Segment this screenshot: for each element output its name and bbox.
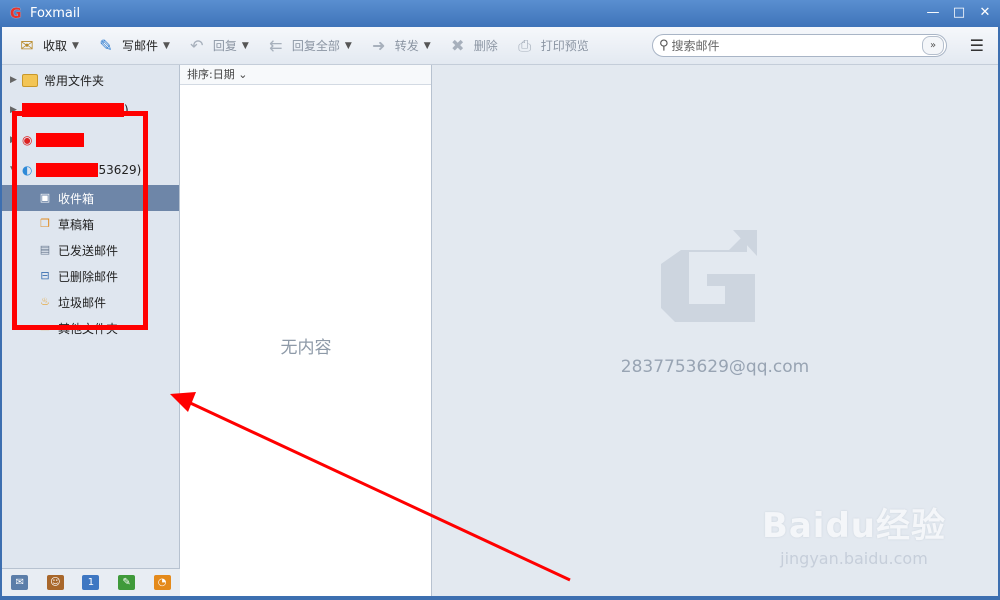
printer-icon: ⎙ [518,35,532,55]
reply-all-icon: ⇇ [269,36,283,55]
delete-label: 删除 [473,39,498,53]
folder-label: 垃圾邮件 [58,295,107,310]
chevron-down-icon[interactable]: ▼ [163,41,170,51]
delete-icon: ✖ [450,36,465,55]
mail-account-icon: ◉ [22,133,33,147]
search-input[interactable] [671,38,907,53]
folder-inbox[interactable]: ▣ 收件箱 [2,185,179,211]
chevron-down-icon: ⌄ [238,68,248,81]
calendar-module-icon[interactable]: 1 [82,575,100,590]
folder-label: 其他文件夹 [58,321,119,336]
search-box: ⚲ » [652,34,947,57]
common-folders-node[interactable]: ▶ 常用文件夹 [2,65,179,95]
foxmail-watermark-logo-icon [661,230,757,322]
sort-label: 排序:日期 [187,68,235,81]
forward-label: 转发 [394,39,419,53]
folder-sidebar: ▶ 常用文件夹 ▶ ) ▶ ◉ ▼ ◐ 53629) ▣ 收件箱 ❐ 草稿箱 ▤… [2,65,180,596]
account-node-1[interactable]: ▶ ) [2,95,179,125]
minimize-button[interactable]: — [924,4,942,22]
folder-deleted[interactable]: ⊟ 已删除邮件 [2,263,179,289]
folder-label: 已删除邮件 [58,269,119,284]
envelope-icon: ✉ [20,36,34,55]
search-options-chevron-icon[interactable]: » [922,36,944,55]
account-email: 2837753629@qq.com [620,357,810,377]
foxmail-logo-icon: G [10,5,22,22]
compose-label: 写邮件 [121,39,158,53]
watermark-main: Baidu经验 [761,506,946,546]
main-menu-list-icon[interactable]: ☰ [970,36,984,55]
receive-label: 收取 [43,39,68,53]
folder-icon [22,73,38,87]
chevron-down-icon[interactable]: ▼ [72,41,79,51]
folder-icon: ▭ [39,321,51,334]
account-name-suffix: 53629) [98,163,142,177]
sort-dropdown[interactable]: 排序:日期 ⌄ [180,65,431,85]
baidu-watermark: Baidu经验 jingyan.baidu.com [762,498,946,568]
chevron-down-icon[interactable]: ▼ [424,41,431,51]
expand-arrow-icon[interactable]: ▶ [10,105,22,115]
toolbar: ✉ 收取 ▼ ✎ 写邮件 ▼ ↶ 回复 ▼ ⇇ 回复全部 ▼ ➜ 转发 ▼ ✖ … [2,27,998,65]
close-button[interactable]: ✕ [976,4,994,22]
junk-icon: ♨ [40,295,50,308]
expand-arrow-icon[interactable]: ▶ [10,75,22,85]
chevron-down-icon[interactable]: ▼ [242,41,249,51]
mail-module-icon[interactable]: ✉ [11,575,29,590]
empty-list-text: 无内容 [280,338,332,358]
reply-icon: ↶ [190,36,204,55]
folder-drafts[interactable]: ❐ 草稿箱 [2,211,179,237]
qq-account-icon: ◐ [22,163,33,177]
reply-all-button[interactable]: ⇇ 回复全部 ▼ [259,32,358,60]
folder-other[interactable]: ▭ 其他文件夹 [2,315,179,341]
trash-icon: ⊟ [40,269,50,282]
maximize-button[interactable]: □ [950,4,968,22]
print-preview-label: 打印预览 [540,39,589,53]
message-list-pane: 排序:日期 ⌄ 无内容 [180,65,432,596]
collapse-arrow-icon[interactable]: ▼ [10,165,22,175]
print-preview-button[interactable]: ⎙ 打印预览 [508,32,595,60]
module-switcher-bar: ✉ ☺ 1 ✎ ◔ [2,568,180,596]
preview-pane: 2837753629@qq.com Baidu经验 jingyan.baidu.… [432,65,998,596]
common-folders-label: 常用文件夹 [44,73,105,88]
inbox-icon: ▣ [39,191,51,204]
notes-module-icon[interactable]: ✎ [118,575,136,590]
contacts-module-icon[interactable]: ☺ [46,575,64,590]
drafts-icon: ❐ [40,217,50,230]
forward-icon: ➜ [372,36,386,55]
forward-button[interactable]: ➜ 转发 ▼ [362,32,437,60]
window-controls: — □ ✕ [924,4,994,22]
folder-junk[interactable]: ♨ 垃圾邮件 [2,289,179,315]
redacted-account-name [36,133,85,147]
search-icon: ⚲ [659,38,669,53]
folder-label: 已发送邮件 [58,243,119,258]
redacted-account-name [36,163,99,177]
delete-button[interactable]: ✖ 删除 [441,32,504,60]
expand-arrow-icon[interactable]: ▶ [10,135,22,145]
watermark-sub: jingyan.baidu.com [780,549,928,568]
chevron-down-icon[interactable]: ▼ [345,41,352,51]
feather-pen-icon: ✎ [99,36,113,55]
rss-module-icon[interactable]: ◔ [153,575,171,590]
sent-icon: ▤ [39,243,51,256]
folder-label: 草稿箱 [58,217,95,232]
account-node-3[interactable]: ▼ ◐ 53629) [2,155,179,185]
account-name-suffix: ) [124,103,129,117]
title-bar: G Foxmail — □ ✕ [0,0,1000,27]
reply-label: 回复 [212,39,237,53]
account-node-2[interactable]: ▶ ◉ [2,125,179,155]
folder-label: 收件箱 [58,191,95,206]
folder-sent[interactable]: ▤ 已发送邮件 [2,237,179,263]
receive-button[interactable]: ✉ 收取 ▼ [10,32,85,60]
compose-button[interactable]: ✎ 写邮件 ▼ [89,32,176,60]
reply-all-label: 回复全部 [291,39,340,53]
redacted-account-name [22,103,124,117]
app-title: Foxmail [30,6,81,21]
reply-button[interactable]: ↶ 回复 ▼ [180,32,255,60]
